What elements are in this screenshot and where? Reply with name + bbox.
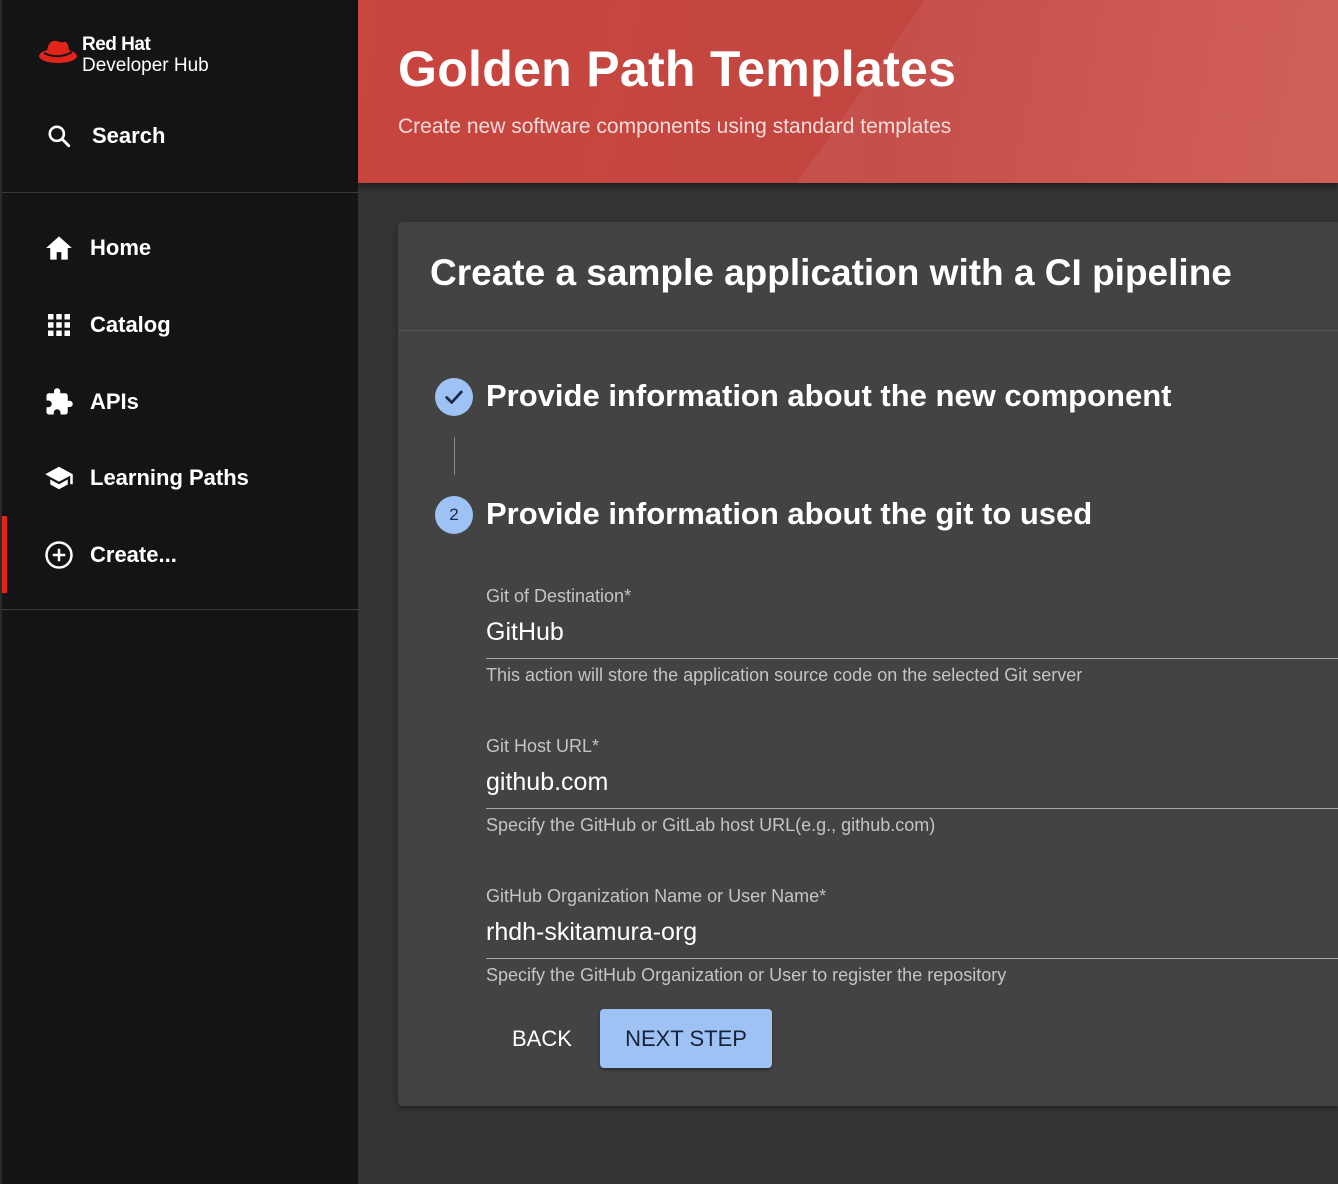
puzzle-icon — [44, 387, 74, 417]
add-circle-icon — [44, 540, 74, 570]
search-icon — [48, 125, 71, 148]
page-title: Golden Path Templates — [398, 41, 957, 97]
step-completed-check-icon — [435, 378, 473, 416]
sidebar-item-label: Home — [90, 235, 152, 260]
brand-line1: Red Hat — [82, 34, 151, 55]
card-divider — [398, 330, 1338, 331]
git-destination-label: Git of Destination* — [486, 586, 632, 606]
field-underline — [486, 808, 1338, 809]
next-step-button[interactable]: NEXT STEP — [600, 1009, 772, 1068]
page-header: Golden Path Templates Create new softwar… — [358, 0, 1338, 183]
sidebar-item-home[interactable]: Home — [2, 216, 358, 280]
brand-line2: Developer Hub — [82, 55, 209, 76]
git-host-url-helper: Specify the GitHub or GitLab host URL(e.… — [486, 815, 936, 835]
sidebar-item-label: Create... — [90, 541, 177, 567]
git-destination-select[interactable]: GitHub — [486, 618, 1338, 650]
github-org-label: GitHub Organization Name or User Name* — [486, 886, 827, 906]
back-button[interactable]: BACK — [494, 1010, 590, 1068]
brand-logo[interactable]: Red Hat Developer Hub — [38, 34, 209, 76]
git-destination-field: Git of Destination* GitHub This action w… — [486, 586, 1338, 686]
sidebar-item-learning-paths[interactable]: Learning Paths — [2, 446, 358, 510]
step-connector — [454, 437, 455, 475]
git-destination-helper: This action will store the application s… — [486, 665, 1083, 685]
sidebar-item-create[interactable]: Create... — [2, 516, 358, 593]
grid-icon — [44, 310, 74, 340]
step-2-number: 2 — [449, 505, 459, 524]
page-subtitle: Create new software components using sta… — [398, 115, 952, 138]
github-org-input[interactable]: rhdh-skitamura-org — [486, 918, 1338, 950]
sidebar-item-label: Learning Paths — [90, 465, 249, 490]
template-wizard-card: Create a sample application with a CI pi… — [398, 222, 1338, 1106]
sidebar-search[interactable]: Search — [46, 123, 165, 149]
sidebar: Red Hat Developer Hub Search Home Catalo… — [0, 0, 360, 1184]
field-underline — [486, 658, 1338, 659]
school-icon — [44, 463, 74, 493]
sidebar-divider — [2, 192, 360, 193]
sidebar-item-label: APIs — [90, 389, 139, 414]
home-icon — [44, 233, 74, 263]
github-org-helper: Specify the GitHub Organization or User … — [486, 965, 1007, 985]
github-org-field: GitHub Organization Name or User Name* r… — [486, 886, 1338, 986]
step-2-label: Provide information about the git to use… — [486, 496, 1093, 531]
sidebar-item-apis[interactable]: APIs — [2, 370, 358, 434]
red-hat-logo-icon — [39, 40, 77, 63]
step-2-number-badge: 2 — [435, 496, 473, 534]
sidebar-divider — [2, 609, 360, 610]
git-host-url-field: Git Host URL* github.com Specify the Git… — [486, 736, 1338, 836]
wizard-title: Create a sample application with a CI pi… — [430, 252, 1232, 293]
step-1-label[interactable]: Provide information about the new compon… — [486, 378, 1171, 414]
search-label: Search — [92, 123, 166, 148]
sidebar-item-catalog[interactable]: Catalog — [2, 293, 358, 357]
git-host-url-input[interactable]: github.com — [486, 768, 1338, 800]
git-host-url-label: Git Host URL* — [486, 736, 600, 756]
field-underline — [486, 958, 1338, 959]
sidebar-item-label: Catalog — [90, 312, 171, 337]
